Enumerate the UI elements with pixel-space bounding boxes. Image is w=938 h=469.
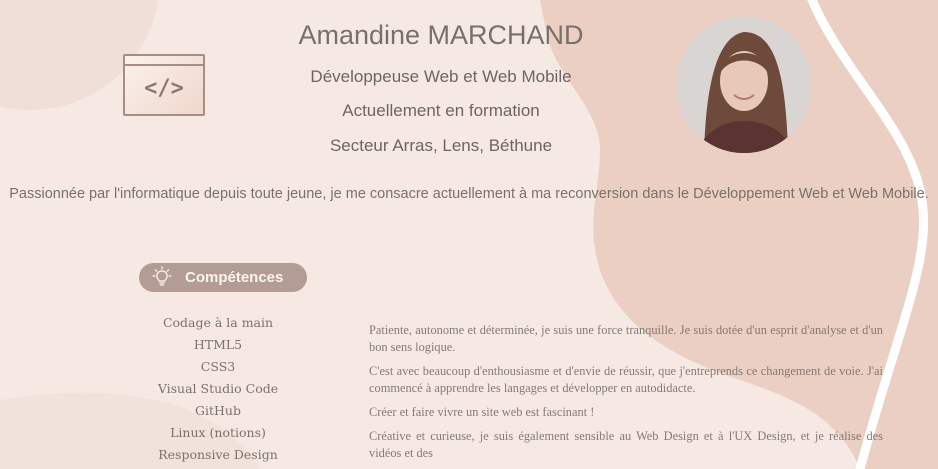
avatar <box>676 17 812 153</box>
skill-item: CSS3 <box>200 359 236 374</box>
about-section: Patiente, autonome et déterminée, je sui… <box>369 322 883 469</box>
skills-title: Compétences <box>185 269 284 286</box>
tagline: Passionnée par l'informatique depuis tou… <box>9 186 929 202</box>
about-paragraph: Créative et curieuse, je suis également … <box>369 429 883 460</box>
about-paragraph: Créer et faire vivre un site web est fas… <box>369 405 595 419</box>
skill-item: GitHub <box>195 403 241 418</box>
about-paragraph: Patiente, autonome et déterminée, je sui… <box>369 323 883 354</box>
skill-item: Codage à la main <box>162 315 274 330</box>
about-paragraph: C'est avec beaucoup d'enthousiasme et d'… <box>369 364 883 395</box>
skill-item: Responsive Design <box>158 447 278 462</box>
skill-item: Visual Studio Code <box>157 381 279 396</box>
skill-item: Linux (notions) <box>170 425 266 440</box>
skills-list: Codage à la main HTML5 CSS3 Visual Studi… <box>146 312 290 466</box>
lightbulb-icon <box>139 263 185 292</box>
skills-heading: Compétences <box>139 263 307 292</box>
skill-item: HTML5 <box>193 337 243 352</box>
